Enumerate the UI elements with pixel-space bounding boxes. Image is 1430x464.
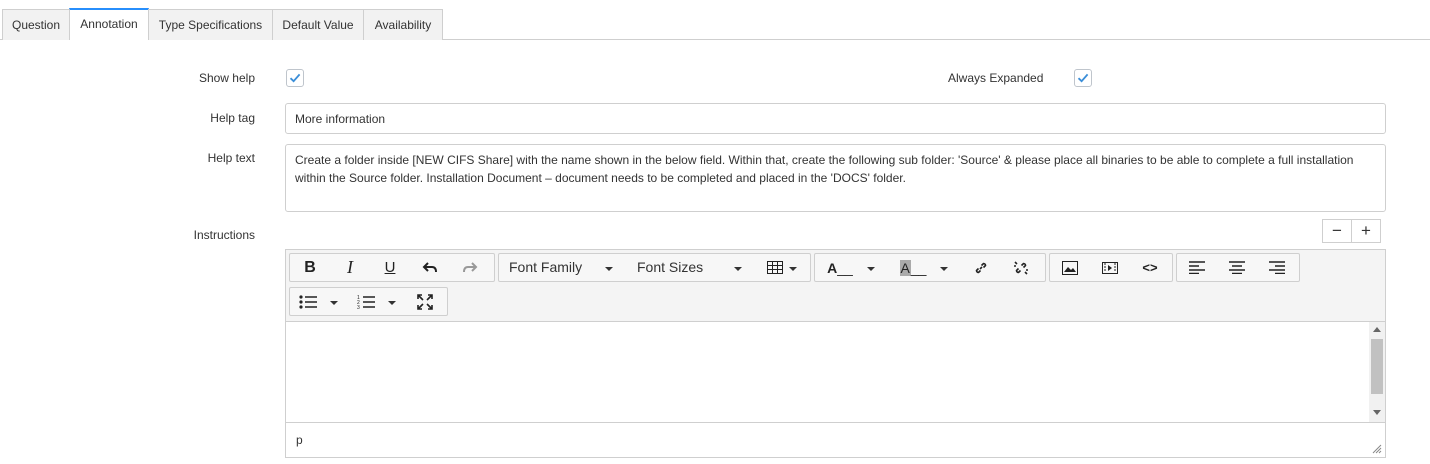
svg-text:3: 3 (357, 305, 360, 309)
tab-annotation[interactable]: Annotation (69, 8, 149, 40)
help-text-textarea[interactable]: Create a folder inside [NEW CIFS Share] … (285, 144, 1386, 212)
editor-toolbar: B I U Font Family Font Sizes A __ A __ <… (286, 250, 1385, 322)
link-icon[interactable] (965, 254, 997, 281)
align-group (1176, 253, 1300, 282)
underline-icon[interactable]: U (372, 254, 408, 281)
instructions-label: Instructions (193, 228, 255, 242)
text-color-icon[interactable]: A __ (825, 254, 855, 281)
expand-editor-button[interactable]: + (1351, 219, 1381, 243)
image-icon[interactable] (1054, 254, 1086, 281)
chevron-down-icon (605, 267, 613, 271)
scroll-up-icon[interactable] (1373, 327, 1381, 332)
bold-icon[interactable]: B (292, 254, 328, 281)
font-family-dropdown[interactable]: Font Family (509, 254, 582, 281)
undo-icon[interactable] (412, 254, 448, 281)
checkmark-icon (1077, 73, 1089, 83)
always-expanded-checkbox[interactable] (1074, 69, 1092, 87)
editor-content-area[interactable] (286, 322, 1385, 422)
chevron-down-icon (330, 301, 338, 305)
chevron-down-icon (789, 267, 797, 271)
align-center-icon[interactable] (1221, 254, 1253, 281)
align-right-icon[interactable] (1261, 254, 1293, 281)
color-link-group: A __ A __ (814, 253, 1046, 282)
editor-scrollbar[interactable] (1369, 322, 1385, 422)
tab-bar: Question Annotation Type Specifications … (0, 0, 1430, 40)
format-group: B I U (289, 253, 495, 282)
scroll-down-icon[interactable] (1373, 410, 1381, 415)
chevron-down-icon (388, 301, 396, 305)
italic-icon[interactable]: I (332, 254, 368, 281)
code-icon[interactable]: <> (1134, 254, 1166, 281)
show-help-checkbox[interactable] (286, 69, 304, 87)
rich-text-editor: B I U Font Family Font Sizes A __ A __ <… (285, 249, 1386, 458)
chevron-down-icon (940, 267, 948, 271)
help-tag-label: Help tag (210, 111, 255, 125)
font-sizes-dropdown[interactable]: Font Sizes (637, 254, 703, 281)
video-icon[interactable] (1094, 254, 1126, 281)
bullet-list-icon[interactable] (296, 288, 320, 315)
table-icon[interactable] (761, 254, 789, 281)
media-group: <> (1049, 253, 1173, 282)
checkmark-icon (289, 73, 301, 83)
element-path[interactable]: p (296, 433, 303, 447)
tab-question[interactable]: Question (2, 9, 70, 40)
tab-default-value[interactable]: Default Value (272, 9, 364, 40)
list-group: 123 (289, 287, 448, 316)
scrollbar-thumb[interactable] (1371, 339, 1383, 394)
background-color-icon[interactable]: A __ (897, 254, 929, 281)
chevron-down-icon (867, 267, 875, 271)
help-text-label: Help text (207, 151, 255, 165)
always-expanded-label: Always Expanded (948, 71, 1044, 85)
shrink-editor-button[interactable]: − (1322, 219, 1352, 243)
numbered-list-icon[interactable]: 123 (354, 288, 378, 315)
align-left-icon[interactable] (1181, 254, 1213, 281)
redo-icon[interactable] (452, 254, 488, 281)
chevron-down-icon (734, 267, 742, 271)
show-help-label: Show help (198, 71, 255, 85)
unlink-icon[interactable] (1005, 254, 1037, 281)
tab-type-specifications[interactable]: Type Specifications (148, 9, 273, 40)
resize-handle-icon[interactable] (1372, 444, 1382, 454)
tab-availability[interactable]: Availability (363, 9, 443, 40)
fullscreen-icon[interactable] (410, 288, 440, 315)
help-tag-input[interactable]: More information (285, 103, 1386, 134)
font-group: Font Family Font Sizes (498, 253, 811, 282)
editor-statusbar: p (286, 422, 1385, 457)
